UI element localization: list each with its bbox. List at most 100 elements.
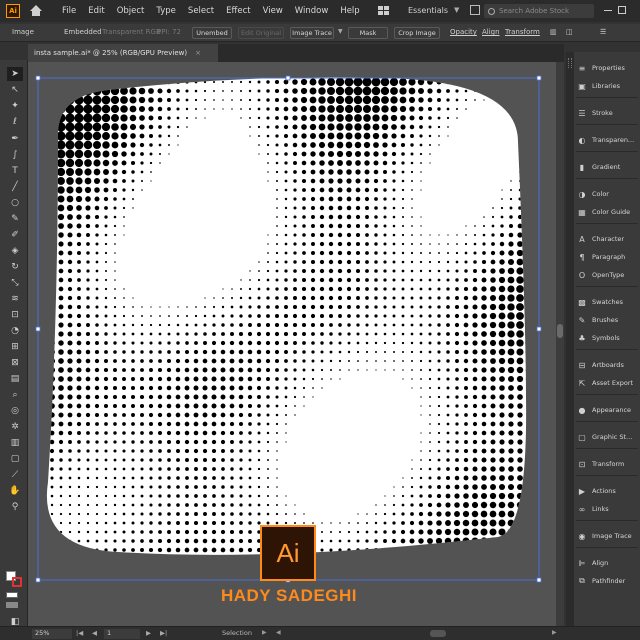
- shaper-tool-icon[interactable]: ✐: [9, 229, 21, 241]
- menu-window[interactable]: Window: [295, 6, 329, 16]
- panel-asset-export[interactable]: ⇱ Asset Export: [574, 375, 640, 391]
- workspace-switcher[interactable]: Essentials: [408, 6, 448, 15]
- color-mode-swatch[interactable]: [6, 592, 18, 598]
- panel-artboards[interactable]: ⊟ Artboards: [574, 357, 640, 373]
- panel-color-guide[interactable]: ▦ Color Guide: [574, 204, 640, 220]
- gradient-tool-icon[interactable]: ▤: [9, 373, 21, 385]
- magic-wand-tool-icon[interactable]: ✦: [9, 100, 21, 112]
- panel-pathfinder[interactable]: ⧉ Pathfinder: [574, 573, 640, 589]
- scroll-left-icon[interactable]: ◀: [276, 629, 281, 636]
- status-menu-arrow-icon[interactable]: ▶: [262, 629, 267, 636]
- panel-stroke[interactable]: ☰ Stroke: [574, 105, 640, 121]
- align-link[interactable]: Align: [482, 28, 500, 36]
- mesh-tool-icon[interactable]: ⊠: [9, 357, 21, 369]
- last-artboard-icon[interactable]: ▶|: [160, 629, 167, 637]
- eraser-tool-icon[interactable]: ◈: [9, 245, 21, 257]
- unembed-button[interactable]: Unembed: [192, 27, 232, 39]
- slice-tool-icon[interactable]: ⟋: [9, 469, 21, 481]
- vertical-scrollbar[interactable]: [556, 62, 564, 626]
- panel-brushes[interactable]: ✎ Brushes: [574, 312, 640, 328]
- artboard-tool-icon[interactable]: ▢: [9, 453, 21, 465]
- perspective-grid-tool-icon[interactable]: ⊞: [9, 341, 21, 353]
- horizontal-scrollbar-thumb[interactable]: [430, 630, 446, 637]
- zoom-level-select[interactable]: 25%: [32, 629, 72, 639]
- warp-tool-icon[interactable]: ≋: [9, 293, 21, 305]
- menu-edit[interactable]: Edit: [88, 6, 104, 16]
- free-transform-tool-icon[interactable]: ⊡: [9, 309, 21, 321]
- home-icon[interactable]: [30, 5, 42, 17]
- panel-transform[interactable]: ⊡ Transform: [574, 456, 640, 472]
- crop-image-button[interactable]: Crop Image: [394, 27, 440, 39]
- first-artboard-icon[interactable]: |◀: [76, 629, 83, 637]
- panel-gradient[interactable]: ▮ Gradient: [574, 159, 640, 175]
- hand-tool-icon[interactable]: ✋: [9, 485, 21, 497]
- document-tab[interactable]: insta sample.ai* @ 25% (RGB/GPU Preview)…: [28, 44, 218, 62]
- panel-grip[interactable]: [568, 58, 572, 68]
- panel-graphic-styles[interactable]: ▢ Graphic St...: [574, 429, 640, 445]
- stock-icon[interactable]: [470, 5, 480, 15]
- ellipse-tool-icon[interactable]: ○: [9, 197, 21, 209]
- selection-handle[interactable]: [536, 326, 542, 332]
- canvas[interactable]: Ai HADY SADEGHI: [28, 62, 564, 626]
- selection-handle[interactable]: [35, 326, 41, 332]
- pen-tool-icon[interactable]: ✒: [9, 133, 21, 145]
- curvature-tool-icon[interactable]: ∫: [9, 149, 21, 161]
- selection-handle[interactable]: [35, 75, 41, 81]
- transform-link[interactable]: Transform: [505, 28, 540, 36]
- panel-character[interactable]: A Character: [574, 231, 640, 247]
- chevron-down-icon[interactable]: ▼: [454, 6, 459, 14]
- line-tool-icon[interactable]: ╱: [9, 181, 21, 193]
- shape-builder-tool-icon[interactable]: ◔: [9, 325, 21, 337]
- panel-opentype[interactable]: O OpenType: [574, 267, 640, 283]
- column-graph-tool-icon[interactable]: ▥: [9, 437, 21, 449]
- eyedropper-tool-icon[interactable]: ⌕: [9, 389, 21, 401]
- selection-handle[interactable]: [536, 577, 542, 583]
- menu-file[interactable]: File: [62, 6, 76, 16]
- arrange-icon[interactable]: ▥: [550, 28, 557, 36]
- panel-color[interactable]: ◑ Color: [574, 186, 640, 202]
- type-tool-icon[interactable]: T: [9, 165, 21, 177]
- stroke-swatch[interactable]: [12, 577, 22, 587]
- menu-effect[interactable]: Effect: [226, 6, 250, 16]
- selection-handle[interactable]: [35, 577, 41, 583]
- menu-help[interactable]: Help: [340, 6, 359, 16]
- next-artboard-icon[interactable]: ▶: [146, 629, 151, 637]
- scrollbar-thumb[interactable]: [557, 324, 563, 338]
- maximize-icon[interactable]: [618, 6, 626, 14]
- opacity-link[interactable]: Opacity: [450, 28, 477, 36]
- symbol-sprayer-tool-icon[interactable]: ✲: [9, 421, 21, 433]
- edit-original-button[interactable]: Edit Original: [238, 27, 284, 39]
- panel-swatches[interactable]: ▩ Swatches: [574, 294, 640, 310]
- direct-selection-tool-icon[interactable]: ↖: [9, 84, 21, 96]
- previous-artboard-icon[interactable]: ◀: [92, 629, 97, 637]
- close-icon[interactable]: ×: [195, 49, 201, 57]
- minimize-icon[interactable]: [604, 10, 612, 11]
- panel-align[interactable]: ⊫ Align: [574, 555, 640, 571]
- artboard-number-input[interactable]: 1: [104, 629, 140, 639]
- lasso-tool-icon[interactable]: ℓ: [9, 116, 21, 128]
- panel-image-trace[interactable]: ◉ Image Trace: [574, 528, 640, 544]
- panel-paragraph[interactable]: ¶ Paragraph: [574, 249, 640, 265]
- rotate-tool-icon[interactable]: ↻: [9, 261, 21, 273]
- panel-menu-icon[interactable]: ☰: [600, 28, 606, 36]
- selection-handle[interactable]: [285, 75, 291, 81]
- scale-tool-icon[interactable]: ⤡: [9, 277, 21, 289]
- panel-appearance[interactable]: ● Appearance: [574, 402, 640, 418]
- menu-view[interactable]: View: [263, 6, 283, 16]
- isolate-icon[interactable]: ◫: [566, 28, 573, 36]
- selection-tool-icon[interactable]: ➤: [7, 67, 23, 81]
- menu-object[interactable]: Object: [117, 6, 145, 16]
- menu-type[interactable]: Type: [156, 6, 176, 16]
- blend-tool-icon[interactable]: ◎: [9, 405, 21, 417]
- image-trace-button[interactable]: Image Trace: [290, 27, 334, 39]
- panel-symbols[interactable]: ♣ Symbols: [574, 330, 640, 346]
- scroll-right-icon[interactable]: ▶: [552, 629, 557, 636]
- panel-collapse-strip[interactable]: [566, 52, 574, 626]
- zoom-tool-icon[interactable]: ⚲: [9, 501, 21, 513]
- panel-actions[interactable]: ▶ Actions: [574, 483, 640, 499]
- panel-libraries[interactable]: ▣ Libraries: [574, 78, 640, 94]
- gradient-mode-swatch[interactable]: [6, 602, 18, 608]
- arrange-documents-icon[interactable]: [377, 6, 390, 15]
- chevron-down-icon[interactable]: ▼: [338, 28, 343, 35]
- menu-select[interactable]: Select: [188, 6, 214, 16]
